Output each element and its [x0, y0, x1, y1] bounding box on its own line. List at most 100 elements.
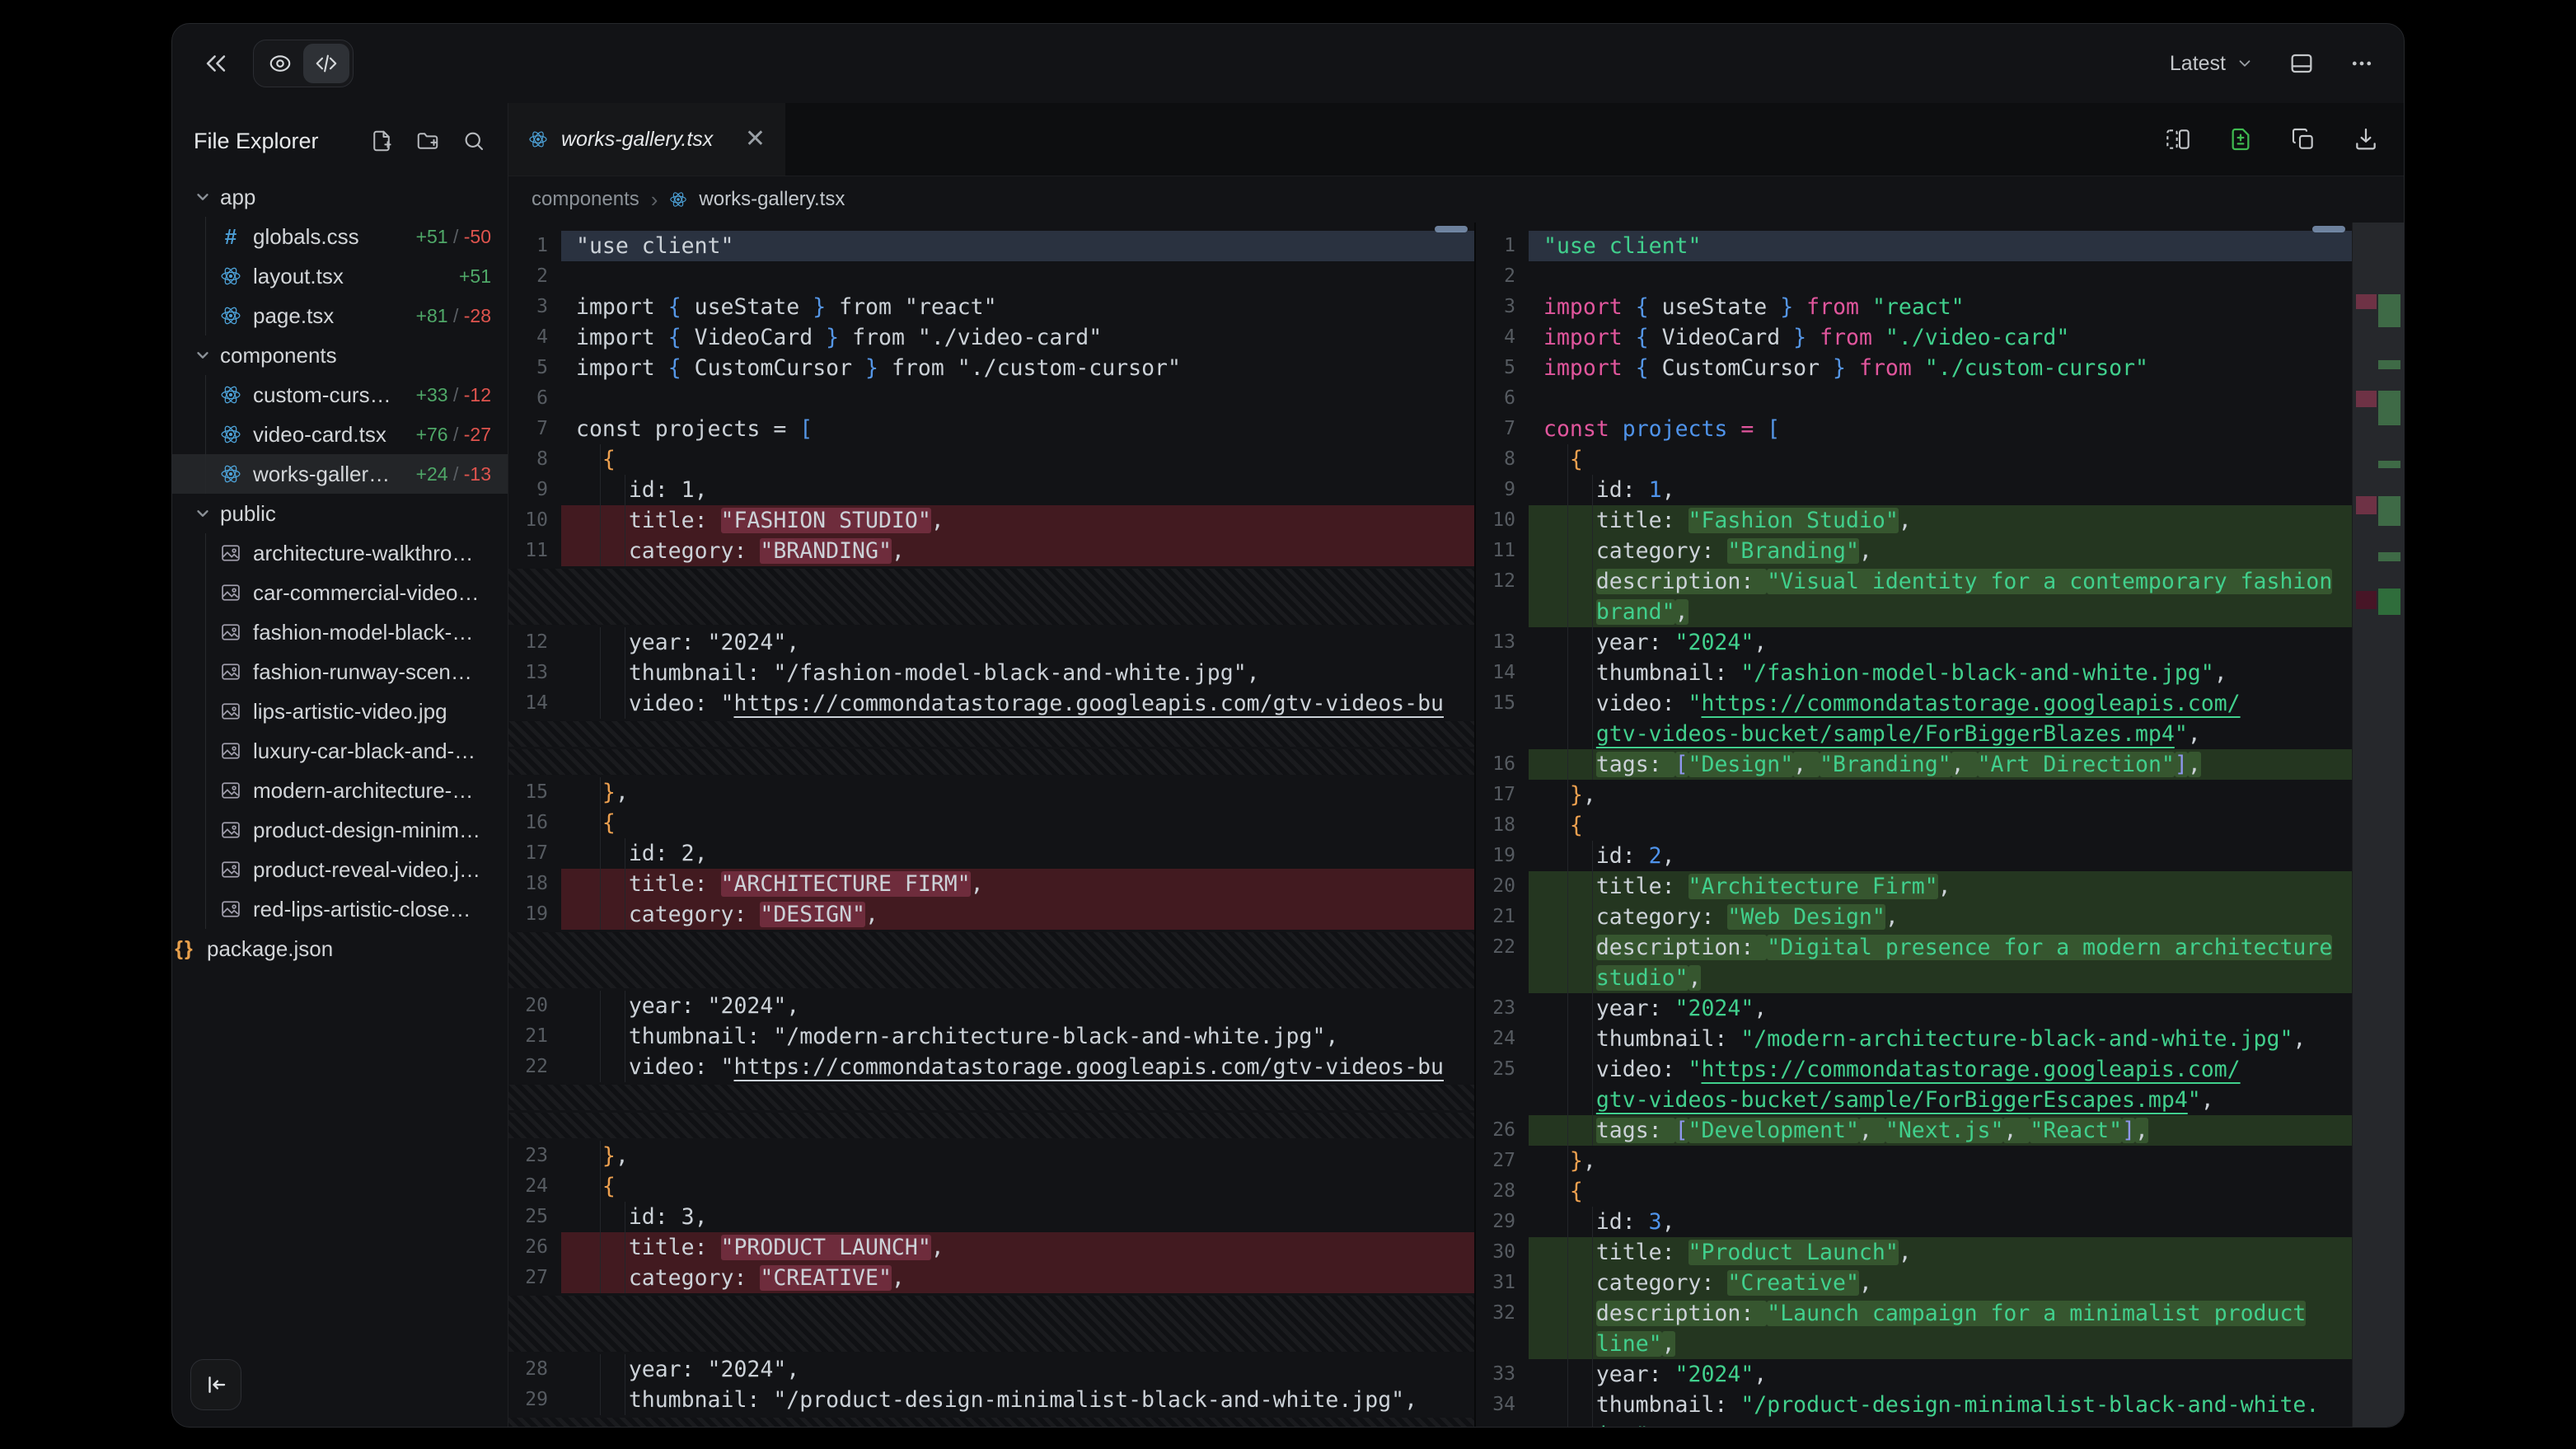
diff-overview-ruler[interactable]: [2352, 223, 2404, 1427]
tree-file-modern-architecture-[interactable]: modern-architecture-…: [172, 771, 508, 810]
collapse-panel-button[interactable]: [202, 49, 230, 77]
tree-file-video-card.tsx[interactable]: video-card.tsx+76 / -27: [172, 415, 508, 454]
new-folder-button[interactable]: [415, 129, 440, 153]
code-line[interactable]: 14 thumbnail: "/fashion-model-black-and-…: [1476, 658, 2352, 688]
download-button[interactable]: [2353, 126, 2379, 152]
code-line[interactable]: 24 {: [508, 1171, 1474, 1202]
code-line[interactable]: 6: [1476, 383, 2352, 414]
diff-pane-old[interactable]: 1"use client"23import { useState } from …: [508, 223, 1476, 1427]
code-line[interactable]: 4import { VideoCard } from "./video-card…: [1476, 322, 2352, 353]
tree-file-red-lips-artistic-close-[interactable]: red-lips-artistic-close…: [172, 889, 508, 929]
tree-file-car-commercial-video-[interactable]: car-commercial-video…: [172, 573, 508, 612]
code-line[interactable]: 10 title: "Fashion Studio",: [1476, 505, 2352, 536]
code-line[interactable]: 9 id: 1,: [508, 475, 1474, 505]
code-line[interactable]: 27 category: "CREATIVE",: [508, 1263, 1474, 1293]
code-line[interactable]: 32 description: "Launch campaign for a m…: [1476, 1298, 2352, 1329]
tree-folder-public[interactable]: public: [172, 494, 508, 533]
code-line[interactable]: 5import { CustomCursor } from "./custom-…: [508, 353, 1474, 383]
code-line[interactable]: line",: [1476, 1329, 2352, 1359]
code-line[interactable]: 25 id: 3,: [508, 1202, 1474, 1232]
tree-folder-components[interactable]: components: [172, 335, 508, 375]
tree-file-package.json[interactable]: {}package.json: [172, 929, 508, 968]
code-line[interactable]: 12 description: "Visual identity for a c…: [1476, 566, 2352, 597]
more-options-button[interactable]: [2349, 51, 2374, 76]
code-line[interactable]: 13 year: "2024",: [1476, 627, 2352, 658]
copy-file-button[interactable]: [2290, 126, 2316, 152]
code-line[interactable]: 24 thumbnail: "/modern-architecture-blac…: [1476, 1024, 2352, 1054]
code-line[interactable]: 2: [508, 261, 1474, 292]
code-line[interactable]: 3import { useState } from "react": [508, 292, 1474, 322]
tab-works-gallery[interactable]: works-gallery.tsx ✕: [508, 103, 785, 176]
code-line[interactable]: 31 category: "Creative",: [1476, 1268, 2352, 1298]
tree-file-luxury-car-black-and-[interactable]: luxury-car-black-and-…: [172, 731, 508, 771]
code-line[interactable]: 15 },: [508, 777, 1474, 808]
code-line[interactable]: 22 video: "https://commondatastorage.goo…: [508, 1052, 1474, 1082]
code-line[interactable]: 21 thumbnail: "/modern-architecture-blac…: [508, 1021, 1474, 1052]
code-line[interactable]: 5import { CustomCursor } from "./custom-…: [1476, 353, 2352, 383]
code-line[interactable]: 11 category: "BRANDING",: [508, 536, 1474, 566]
code-line[interactable]: 9 id: 1,: [1476, 475, 2352, 505]
code-line[interactable]: 7const projects = [: [1476, 414, 2352, 444]
tree-file-lips-artistic-video.jpg[interactable]: lips-artistic-video.jpg: [172, 692, 508, 731]
code-line[interactable]: 16 {: [508, 808, 1474, 838]
code-line[interactable]: 3import { useState } from "react": [1476, 292, 2352, 322]
code-line[interactable]: 16 tags: ["Design", "Branding", "Art Dir…: [1476, 749, 2352, 780]
code-line[interactable]: 8 {: [508, 444, 1474, 475]
preview-toggle-button[interactable]: [257, 44, 303, 83]
code-line[interactable]: 1"use client": [508, 231, 1474, 261]
code-line[interactable]: 18 {: [1476, 810, 2352, 841]
code-line[interactable]: 34 thumbnail: "/product-design-minimalis…: [1476, 1390, 2352, 1420]
code-line[interactable]: 18 title: "ARCHITECTURE FIRM",: [508, 869, 1474, 899]
tree-file-fashion-runway-scen-[interactable]: fashion-runway-scen…: [172, 652, 508, 692]
tree-file-architecture-walkthro-[interactable]: architecture-walkthro…: [172, 533, 508, 573]
tree-file-globals.css[interactable]: #globals.css+51 / -50: [172, 217, 508, 256]
code-line[interactable]: 23 },: [508, 1141, 1474, 1171]
code-line[interactable]: 20 year: "2024",: [508, 991, 1474, 1021]
code-line[interactable]: 25 video: "https://commondatastorage.goo…: [1476, 1054, 2352, 1085]
tree-file-product-reveal-video.j-[interactable]: product-reveal-video.j…: [172, 850, 508, 889]
code-line[interactable]: brand",: [1476, 597, 2352, 627]
code-line[interactable]: 6: [508, 383, 1474, 414]
tab-close-icon[interactable]: ✕: [745, 127, 766, 152]
tree-file-product-design-minim-[interactable]: product-design-minim…: [172, 810, 508, 850]
code-line[interactable]: 7const projects = [: [508, 414, 1474, 444]
code-line[interactable]: 17 },: [1476, 780, 2352, 810]
tree-folder-app[interactable]: app: [172, 177, 508, 217]
code-line[interactable]: studio",: [1476, 963, 2352, 993]
code-line[interactable]: 26 title: "PRODUCT LAUNCH",: [508, 1232, 1474, 1263]
diff-pane-new[interactable]: 1"use client"23import { useState } from …: [1476, 223, 2352, 1427]
code-line[interactable]: jpg",: [1476, 1420, 2352, 1427]
code-line[interactable]: 30 title: "Product Launch",: [1476, 1237, 2352, 1268]
code-line[interactable]: 23 year: "2024",: [1476, 993, 2352, 1024]
breadcrumb-file[interactable]: works-gallery.tsx: [699, 188, 845, 211]
diff-view-button[interactable]: [2227, 126, 2254, 152]
code-toggle-button[interactable]: [303, 44, 349, 83]
code-line[interactable]: 29 thumbnail: "/product-design-minimalis…: [508, 1385, 1474, 1415]
code-line[interactable]: 13 thumbnail: "/fashion-model-black-and-…: [508, 658, 1474, 688]
code-line[interactable]: 22 description: "Digital presence for a …: [1476, 932, 2352, 963]
code-line[interactable]: 4import { VideoCard } from "./video-card…: [508, 322, 1474, 353]
code-line[interactable]: 27 },: [1476, 1146, 2352, 1176]
tree-file-fashion-model-black-[interactable]: fashion-model-black-…: [172, 612, 508, 652]
code-line[interactable]: 2: [1476, 261, 2352, 292]
code-line[interactable]: 21 category: "Web Design",: [1476, 902, 2352, 932]
code-line[interactable]: 17 id: 2,: [508, 838, 1474, 869]
new-file-button[interactable]: [369, 129, 394, 153]
breadcrumb-folder[interactable]: components: [532, 188, 639, 211]
version-dropdown[interactable]: Latest: [2170, 52, 2254, 76]
code-line[interactable]: gtv-videos-bucket/sample/ForBiggerEscape…: [1476, 1085, 2352, 1115]
code-line[interactable]: 15 video: "https://commondatastorage.goo…: [1476, 688, 2352, 719]
search-files-button[interactable]: [461, 129, 486, 153]
split-view-button[interactable]: [2165, 126, 2191, 152]
code-line[interactable]: 28 year: "2024",: [508, 1354, 1474, 1385]
tree-file-page.tsx[interactable]: page.tsx+81 / -28: [172, 296, 508, 335]
code-line[interactable]: 28 {: [1476, 1176, 2352, 1207]
tree-file-layout.tsx[interactable]: layout.tsx+51: [172, 256, 508, 296]
code-line[interactable]: 10 title: "FASHION STUDIO",: [508, 505, 1474, 536]
code-line[interactable]: 19 id: 2,: [1476, 841, 2352, 871]
code-line[interactable]: 19 category: "DESIGN",: [508, 899, 1474, 930]
code-line[interactable]: 33 year: "2024",: [1476, 1359, 2352, 1390]
collapse-sidebar-button[interactable]: [190, 1359, 241, 1410]
code-line[interactable]: 20 title: "Architecture Firm",: [1476, 871, 2352, 902]
tree-file-custom-curs-[interactable]: custom-curs…+33 / -12: [172, 375, 508, 415]
